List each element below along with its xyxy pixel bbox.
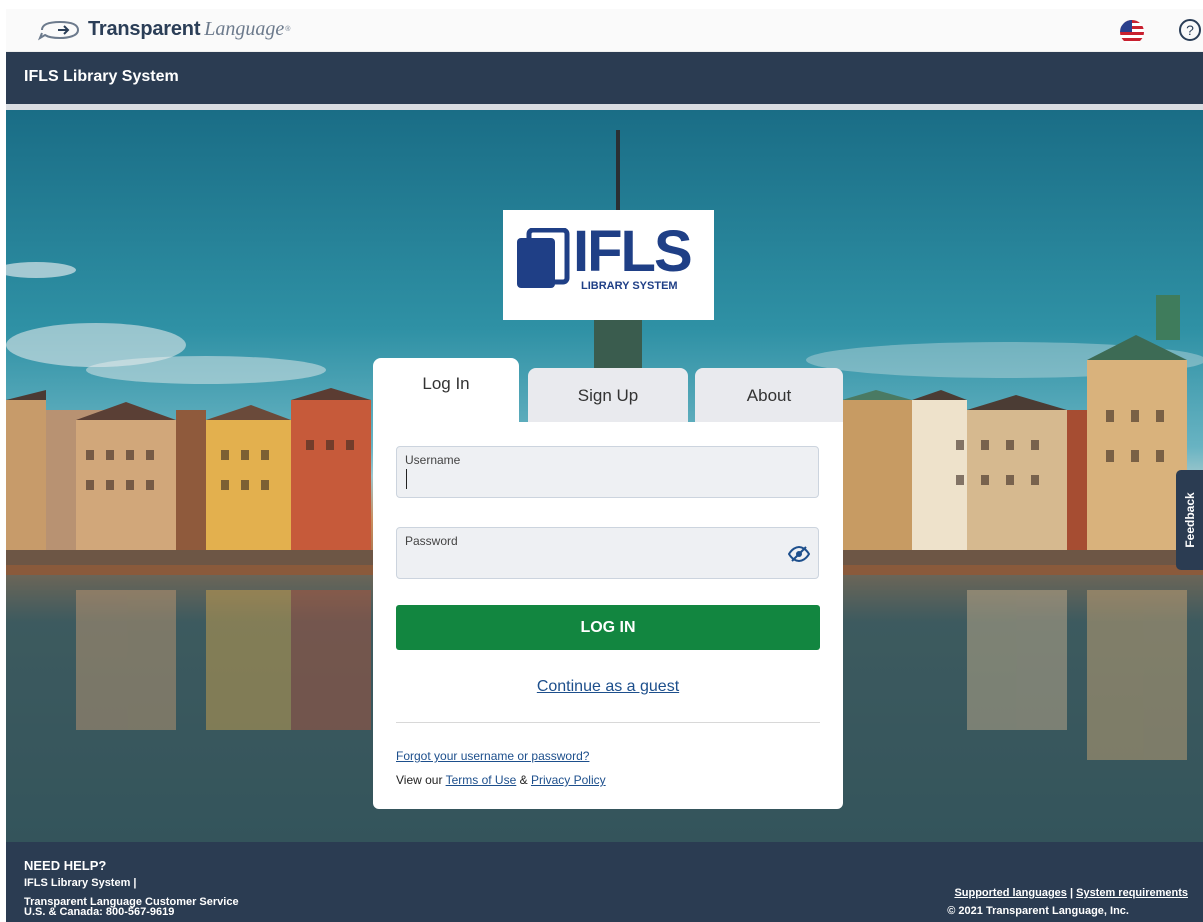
tab-about-label: About bbox=[746, 385, 792, 405]
password-field[interactable]: Password bbox=[396, 527, 819, 579]
need-help-heading: NEED HELP? bbox=[24, 858, 107, 873]
footer-library-line: IFLS Library System | bbox=[24, 877, 137, 889]
footer-links: Supported languages | System requirement… bbox=[954, 887, 1188, 899]
tab-sign-up-label: Sign Up bbox=[577, 385, 639, 405]
eye-slash-icon[interactable] bbox=[787, 545, 811, 567]
help-symbol: ? bbox=[1186, 22, 1194, 38]
card-divider bbox=[396, 722, 820, 723]
ifls-logo: IFLS LIBRARY SYSTEM bbox=[503, 210, 714, 320]
terms-line: View our Terms of Use & Privacy Policy bbox=[396, 773, 606, 787]
feedback-tab[interactable]: Feedback bbox=[1176, 470, 1203, 570]
supported-languages-link[interactable]: Supported languages bbox=[954, 887, 1066, 899]
footer-phone-line: U.S. & Canada: 800-567-9619 bbox=[24, 906, 175, 918]
system-title-bar: IFLS Library System bbox=[6, 52, 1203, 104]
library-system-subtext: LIBRARY SYSTEM bbox=[581, 280, 678, 292]
us-flag-icon[interactable] bbox=[1120, 20, 1144, 44]
log-in-button[interactable]: LOG IN bbox=[396, 605, 820, 650]
brand-registered-mark: ® bbox=[285, 26, 291, 33]
password-label: Password bbox=[405, 534, 458, 548]
footer: NEED HELP? IFLS Library System | Transpa… bbox=[6, 842, 1203, 922]
text-cursor bbox=[406, 469, 407, 489]
terms-prefix: View our bbox=[396, 773, 446, 787]
help-circle-icon[interactable]: ? bbox=[1179, 19, 1201, 41]
terms-of-use-link[interactable]: Terms of Use bbox=[446, 773, 517, 787]
copyright: © 2021 Transparent Language, Inc. bbox=[947, 905, 1129, 917]
ifls-logo-text: IFLS bbox=[573, 219, 693, 284]
login-card: Username Password LOG IN Continue as a g… bbox=[373, 422, 843, 809]
transparent-language-logo[interactable]: Transparent Language ® bbox=[38, 18, 290, 41]
privacy-policy-link[interactable]: Privacy Policy bbox=[531, 773, 606, 787]
tab-log-in-label: Log In bbox=[422, 374, 470, 393]
library-system-title: IFLS Library System bbox=[24, 68, 179, 85]
brand-name-italic: Language bbox=[204, 18, 285, 40]
speech-bubble-logo-icon bbox=[38, 20, 80, 40]
brand-name-bold: Transparent bbox=[88, 18, 201, 40]
feedback-label: Feedback bbox=[1182, 492, 1197, 548]
book-logo-icon bbox=[517, 228, 570, 288]
tab-sign-up[interactable]: Sign Up bbox=[528, 368, 688, 424]
footer-link-separator: | bbox=[1066, 887, 1077, 899]
tab-log-in[interactable]: Log In bbox=[373, 358, 519, 424]
forgot-credentials-link[interactable]: Forgot your username or password? bbox=[396, 749, 589, 763]
terms-amp: & bbox=[516, 773, 531, 787]
continue-as-guest-link[interactable]: Continue as a guest bbox=[373, 678, 843, 696]
top-bar: Transparent Language ® ? bbox=[6, 9, 1203, 52]
system-requirements-link[interactable]: System requirements bbox=[1076, 887, 1188, 899]
tab-about[interactable]: About bbox=[695, 368, 843, 424]
username-label: Username bbox=[405, 453, 461, 467]
username-field[interactable]: Username bbox=[396, 446, 819, 498]
